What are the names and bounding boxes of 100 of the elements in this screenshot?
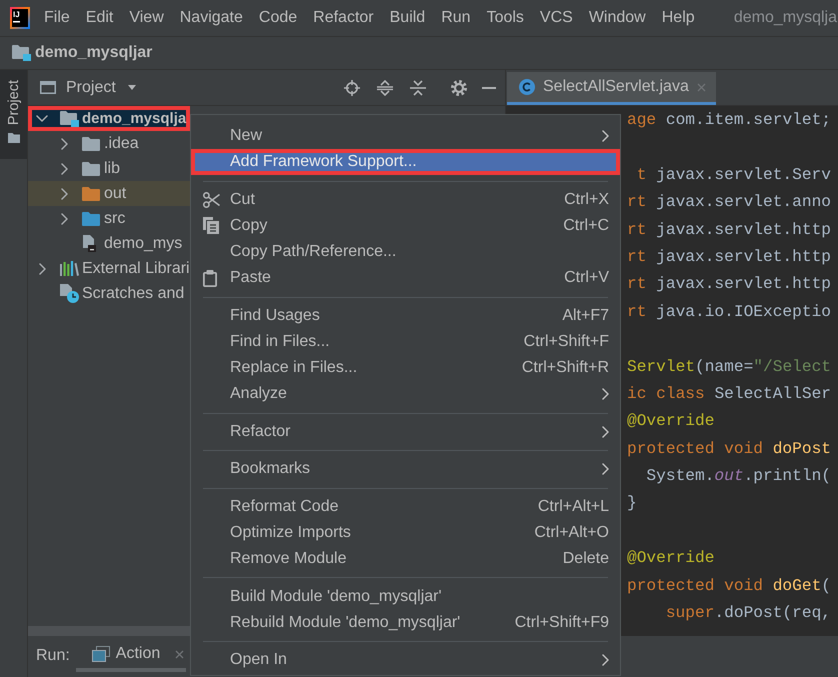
menu-item[interactable]: Paste Ctrl+V	[191, 265, 620, 292]
code-line: @Override	[626, 548, 716, 570]
code-line: protected void doPost	[626, 438, 832, 460]
window-icon	[40, 81, 56, 94]
menu-item[interactable]: Optimize Imports Ctrl+Alt+O	[191, 520, 620, 546]
code-line: age com.item.servlet;	[626, 110, 832, 131]
tree-item[interactable]: External Librari	[28, 256, 190, 281]
run-label: Run:	[36, 646, 70, 666]
folder-icon	[82, 186, 100, 200]
menu-item[interactable]: Find in Files... Ctrl+Shift+F	[191, 328, 620, 356]
menu-bar-item[interactable]: Run	[433, 9, 479, 27]
shortcut-label: Delete	[562, 550, 609, 568]
books-icon	[60, 261, 79, 276]
menu-bar-item[interactable]: Code	[250, 9, 306, 27]
window-title: demo_mysqlja	[734, 9, 837, 27]
menu-item[interactable]: Find Usages Alt+F7	[191, 302, 620, 329]
menu-bar-item[interactable]: Window	[580, 9, 654, 27]
window-stack-icon	[92, 646, 110, 662]
run-tab[interactable]: Action	[76, 640, 186, 672]
menu-item[interactable]: Copy Path/Reference...	[191, 239, 620, 266]
chevron-right-icon[interactable]	[61, 138, 68, 150]
chevron-right-icon[interactable]	[61, 212, 68, 224]
tree-item[interactable]: .idea	[28, 131, 190, 156]
shortcut-label: Ctrl+C	[562, 216, 609, 235]
menu-bar-item[interactable]: View	[121, 9, 172, 27]
menu-bar-item[interactable]: Refactor	[305, 9, 382, 27]
caret-down-icon	[128, 85, 136, 90]
module-folder-icon	[12, 45, 31, 61]
expand-all-icon[interactable]	[377, 80, 393, 96]
chevron-right-icon[interactable]	[61, 188, 68, 200]
menu-item[interactable]: Cut Ctrl+X	[191, 186, 620, 213]
menu-item[interactable]: Reformat Code Ctrl+Alt+L	[191, 494, 620, 520]
minus-icon[interactable]	[482, 86, 496, 88]
shortcut-label: Ctrl+X	[563, 190, 609, 209]
menu-item[interactable]: Remove Module Delete	[191, 546, 620, 572]
collapse-all-icon[interactable]	[410, 80, 426, 96]
shortcut-label: Alt+F7	[561, 306, 609, 325]
menu-bar-item[interactable]: VCS	[532, 9, 581, 27]
menu-item[interactable]: Copy Ctrl+C	[191, 212, 620, 240]
editor-tab[interactable]: SelectAllServlet.java	[507, 72, 716, 105]
horizontal-scrollbar[interactable]	[28, 626, 190, 636]
code-line: rt javax.servlet.http	[626, 220, 832, 241]
copy-icon	[203, 217, 219, 234]
code-line: System.out.println(	[645, 466, 832, 488]
breadcrumb[interactable]: demo_mysqljar	[12, 44, 152, 62]
chevron-right-icon[interactable]	[61, 162, 68, 174]
file-clock-icon	[60, 284, 79, 303]
shortcut-label: Ctrl+Shift+R	[520, 359, 609, 378]
chevron-down-icon[interactable]	[36, 115, 48, 122]
crosshair-icon[interactable]	[344, 80, 360, 96]
menu-bar-item[interactable]: Build	[382, 9, 434, 27]
code-line: Servlet(name="/Select	[626, 356, 832, 378]
shortcut-label: Ctrl+Shift+F	[522, 333, 609, 351]
clipboard-icon	[203, 270, 217, 287]
tree-item[interactable]: Scratches and	[28, 281, 190, 306]
file-icon	[82, 235, 96, 252]
code-line: super.doPost(req,	[664, 603, 832, 624]
class-icon	[519, 79, 535, 95]
tree-item[interactable]: src	[28, 206, 190, 231]
code-line: rt java.io.IOExceptio	[626, 302, 832, 323]
shortcut-label: Ctrl+Shift+F9	[514, 614, 609, 632]
code-line: rt javax.servlet.http	[626, 246, 832, 268]
menu-bar-item[interactable]: Edit	[78, 9, 122, 27]
tree-item[interactable]: out	[28, 181, 190, 206]
menu-bar-item[interactable]: Tools	[478, 9, 532, 27]
code-line: ic class SelectAllSer	[626, 384, 832, 405]
menu-item[interactable]: New	[191, 123, 620, 150]
view-selector[interactable]: Project	[66, 78, 136, 96]
menu-item[interactable]: Refactor	[191, 418, 620, 445]
folder-icon	[8, 133, 20, 144]
menu-item[interactable]: Add Framework Support...	[191, 149, 620, 176]
menu-bar-item[interactable]: Help	[654, 9, 703, 27]
shortcut-label: Ctrl+Alt+L	[536, 498, 609, 516]
menu-item[interactable]: Build Module 'demo_mysqljar'	[191, 584, 620, 610]
folder-icon	[82, 162, 100, 176]
code-line: rt javax.servlet.http	[626, 274, 832, 296]
scissors-icon	[203, 192, 220, 208]
tool-window-tab[interactable]: Project	[0, 70, 27, 160]
tree-item[interactable]: lib	[28, 156, 190, 181]
code-line: @Override	[626, 411, 716, 432]
folder-icon	[82, 136, 100, 150]
menu-item[interactable]: Replace in Files... Ctrl+Shift+R	[191, 355, 620, 382]
code-line: protected void doGet(	[626, 576, 832, 597]
menu-bar-item[interactable]: Navigate	[172, 9, 251, 27]
code-line: }	[626, 493, 638, 514]
folder-icon	[82, 212, 100, 226]
settings-icon[interactable]	[451, 80, 467, 96]
chevron-right-icon[interactable]	[39, 262, 46, 274]
module-folder-icon	[60, 110, 79, 126]
code-line: rt javax.servlet.anno	[626, 192, 832, 214]
shortcut-label: Ctrl+V	[563, 269, 609, 288]
shortcut-label: Ctrl+Alt+O	[533, 524, 609, 542]
menu-item[interactable]: Rebuild Module 'demo_mysqljar' Ctrl+Shift+F9	[191, 610, 620, 636]
tree-item[interactable]: demo_mys	[28, 231, 190, 256]
menu-bar-item[interactable]: File	[36, 9, 78, 27]
menu-item[interactable]: Bookmarks	[191, 456, 620, 482]
menu-item[interactable]: Analyze	[191, 381, 620, 408]
menu-item[interactable]: Open In	[191, 647, 620, 674]
code-line: t javax.servlet.Serv	[636, 164, 832, 186]
app-logo: IJ	[10, 7, 30, 29]
